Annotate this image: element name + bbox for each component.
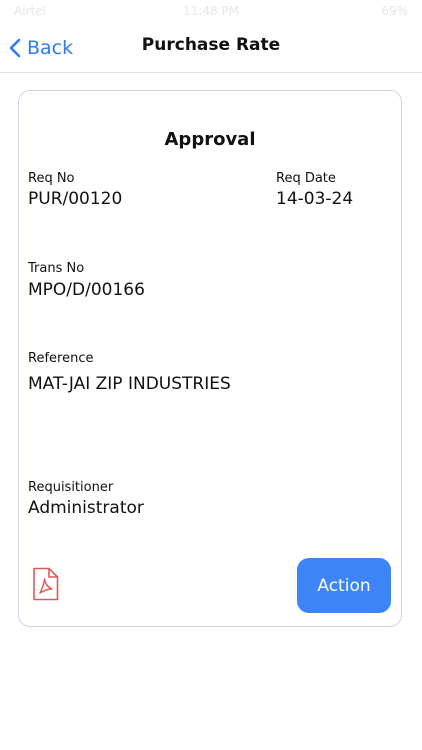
requisitioner-label: Requisitioner <box>28 480 114 495</box>
reference-label: Reference <box>28 351 94 366</box>
reference-value: MAT-JAI ZIP INDUSTRIES <box>28 374 231 394</box>
req-date-value: 14-03-24 <box>276 189 354 209</box>
action-button[interactable]: Action <box>297 558 391 613</box>
approval-card: Approval Req No PUR/00120 Req Date 14-03… <box>18 90 402 627</box>
navigation-bar: Back Purchase Rate <box>0 22 422 73</box>
trans-no-value: MPO/D/00166 <box>28 280 145 300</box>
trans-no-label: Trans No <box>28 261 85 276</box>
page-title: Purchase Rate <box>141 35 281 55</box>
req-no-label: Req No <box>28 171 75 186</box>
battery-level: 69% <box>381 4 408 18</box>
req-no-value: PUR/00120 <box>28 189 123 209</box>
req-date-label: Req Date <box>276 171 336 186</box>
pdf-document-icon[interactable] <box>31 567 59 605</box>
requisitioner-value: Administrator <box>28 498 144 518</box>
status-bar: Airtel 11:48 PM 69% <box>0 0 422 22</box>
card-title: Approval <box>164 129 256 150</box>
status-time: 11:48 PM <box>183 4 239 18</box>
